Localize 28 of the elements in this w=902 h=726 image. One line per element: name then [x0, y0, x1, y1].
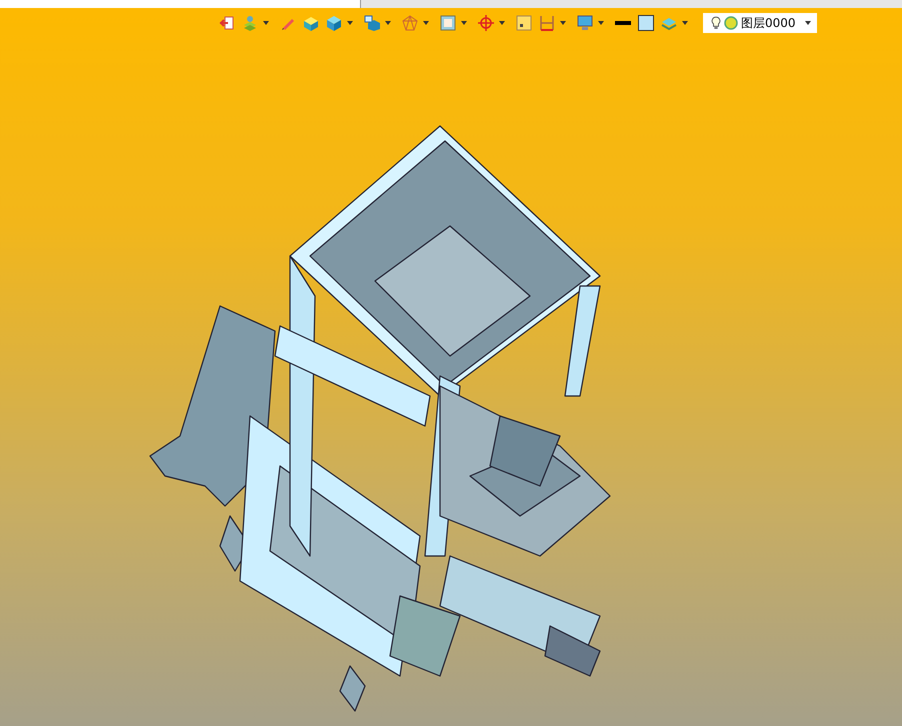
caret-icon[interactable] — [560, 21, 566, 25]
dimension-icon — [539, 15, 555, 31]
monitor-icon — [577, 15, 593, 31]
cube-icon — [364, 15, 380, 31]
caret-icon[interactable] — [598, 21, 604, 25]
square-icon — [516, 15, 532, 31]
layer-name: 图层0000 — [741, 14, 797, 32]
fill-color-icon — [638, 15, 654, 31]
layers-icon — [242, 15, 258, 31]
caret-icon[interactable] — [423, 21, 429, 25]
caret-icon[interactable] — [499, 21, 505, 25]
caret-icon[interactable] — [461, 21, 467, 25]
circle-icon — [724, 16, 738, 30]
caret-icon[interactable] — [263, 21, 269, 25]
cube-icon — [303, 15, 319, 31]
toolbar-button[interactable] — [636, 13, 656, 33]
toolbar-button[interactable] — [514, 13, 534, 33]
caret-icon[interactable] — [385, 21, 391, 25]
caret-icon[interactable] — [347, 21, 353, 25]
crosshair-icon — [478, 15, 494, 31]
wireframe-icon — [402, 15, 418, 31]
exit-icon — [219, 15, 235, 31]
layer-stack-icon — [661, 15, 677, 31]
layer-dropdown[interactable]: 图层0000 — [703, 13, 817, 33]
caret-icon — [805, 21, 811, 25]
cube-icon — [326, 15, 342, 31]
caret-icon[interactable] — [682, 21, 688, 25]
frame-icon — [440, 15, 456, 31]
